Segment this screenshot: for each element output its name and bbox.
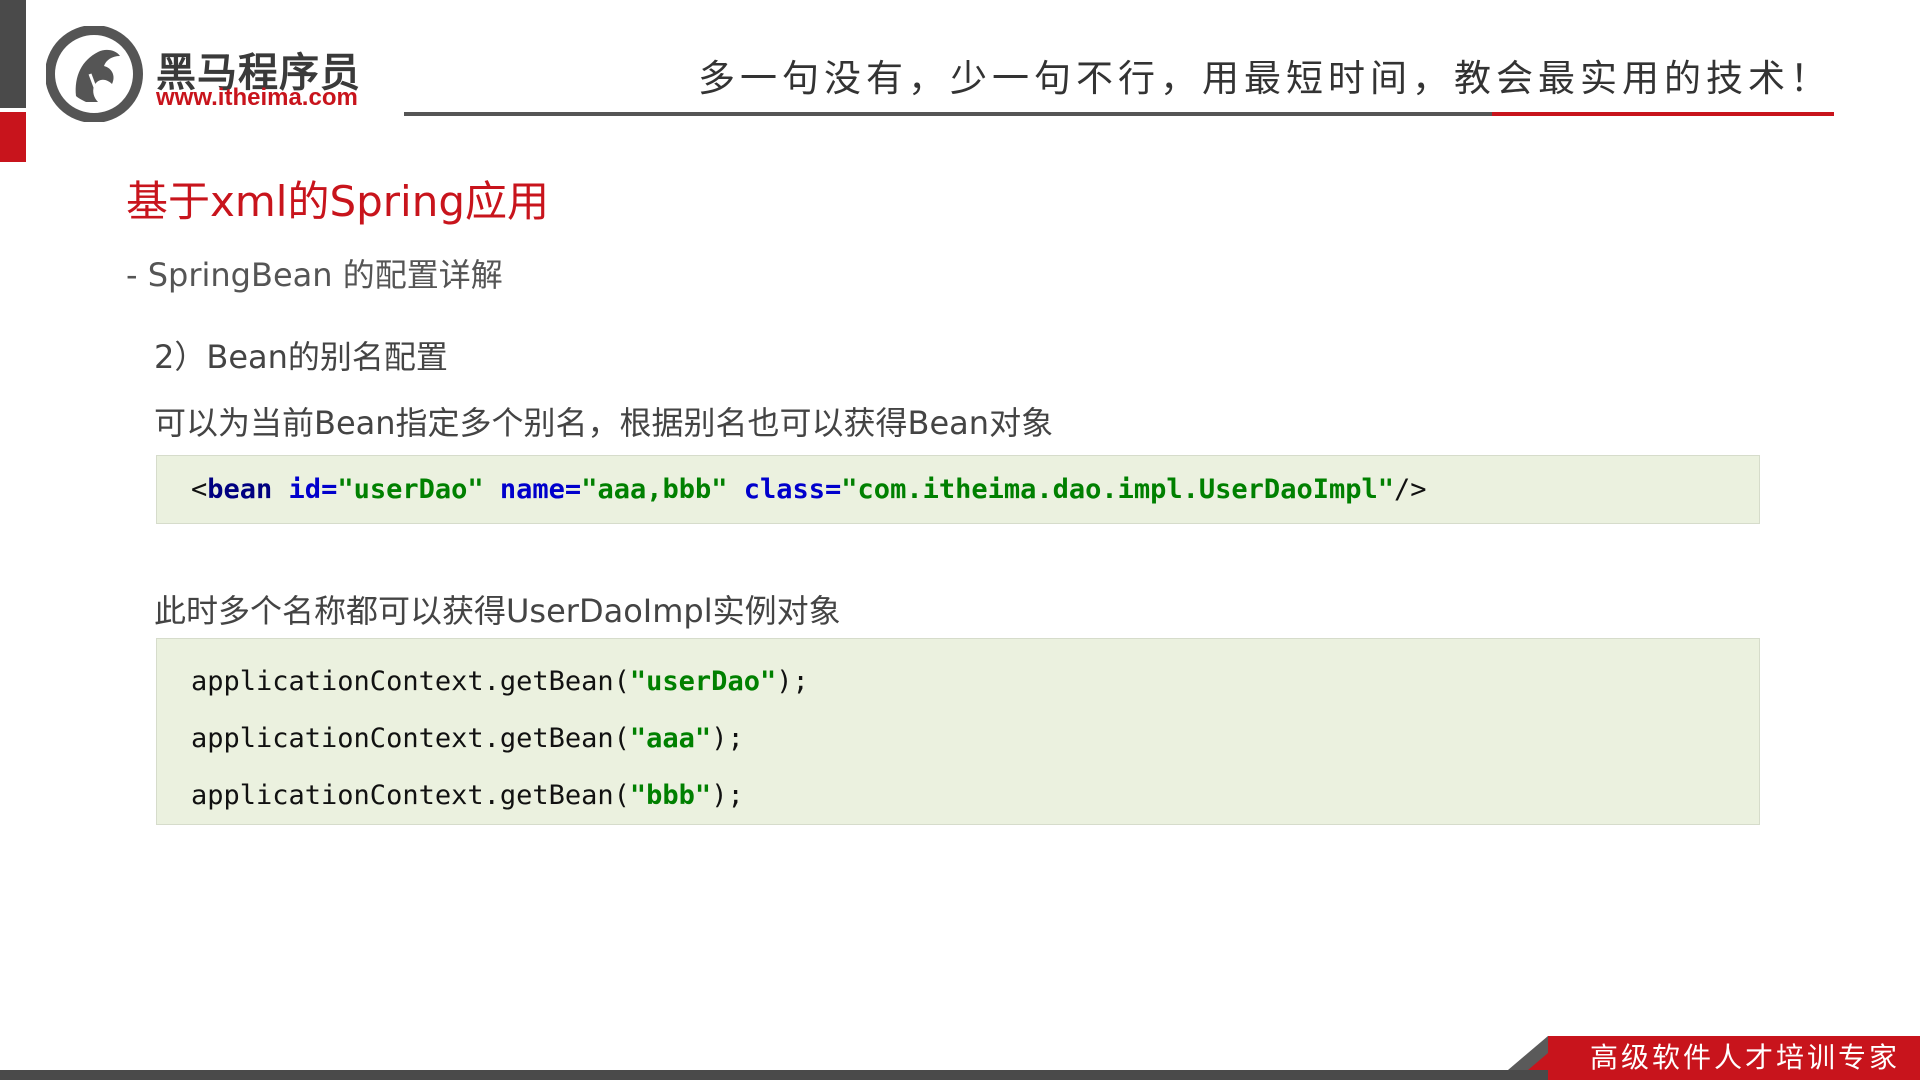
code-prefix: applicationContext.getBean( <box>191 780 630 811</box>
code-line: applicationContext.getBean("userDao"); <box>191 653 1759 710</box>
code-open: < <box>191 474 208 505</box>
footer-tagline: 高级软件人才培训专家 <box>1589 1041 1900 1074</box>
header-divider-accent <box>1492 112 1834 116</box>
code-attr-name: name= <box>483 474 582 505</box>
code-suffix: ); <box>711 723 744 754</box>
code-block-bean-config: <bean id="userDao" name="aaa,bbb" class=… <box>156 455 1760 524</box>
code-line: <bean id="userDao" name="aaa,bbb" class=… <box>191 461 1427 518</box>
code-tag: bean <box>207 474 273 505</box>
code-suffix: ); <box>776 666 809 697</box>
code-val-id: "userDao" <box>337 474 484 505</box>
code-arg: "userDao" <box>629 666 777 697</box>
subtitle: - SpringBean 的配置详解 <box>126 256 503 294</box>
code-suffix: ); <box>711 780 744 811</box>
code-val-name: "aaa,bbb" <box>581 474 728 505</box>
description: 可以为当前Bean指定多个别名，根据别名也可以获得Bean对象 <box>154 404 1054 442</box>
page-title: 基于xml的Spring应用 <box>126 177 549 226</box>
code-line: applicationContext.getBean("bbb"); <box>191 767 1759 824</box>
code-block-getbean: applicationContext.getBean("userDao"); a… <box>156 638 1760 825</box>
code-attr-class: class= <box>727 474 842 505</box>
section-heading: 2）Bean的别名配置 <box>154 338 448 376</box>
description-2: 此时多个名称都可以获得UserDaoImpl实例对象 <box>154 592 841 630</box>
code-close: /> <box>1393 474 1427 505</box>
slogan: 多一句没有，少一句不行，用最短时间，教会最实用的技术！ <box>698 57 1832 100</box>
code-val-class: "com.itheima.dao.impl.UserDaoImpl" <box>841 474 1394 505</box>
code-arg: "aaa" <box>629 723 712 754</box>
left-accent-dark <box>0 0 26 108</box>
code-line: applicationContext.getBean("aaa"); <box>191 710 1759 767</box>
header-divider <box>404 112 1492 116</box>
code-arg: "bbb" <box>629 780 712 811</box>
code-prefix: applicationContext.getBean( <box>191 666 630 697</box>
logo: 黑马程序员 www.itheima.com <box>46 26 376 122</box>
left-accent-red <box>0 112 26 162</box>
code-prefix: applicationContext.getBean( <box>191 723 630 754</box>
logo-url: www.itheima.com <box>156 84 358 111</box>
code-attr-id: id= <box>272 474 338 505</box>
horse-logo-icon <box>46 26 143 122</box>
